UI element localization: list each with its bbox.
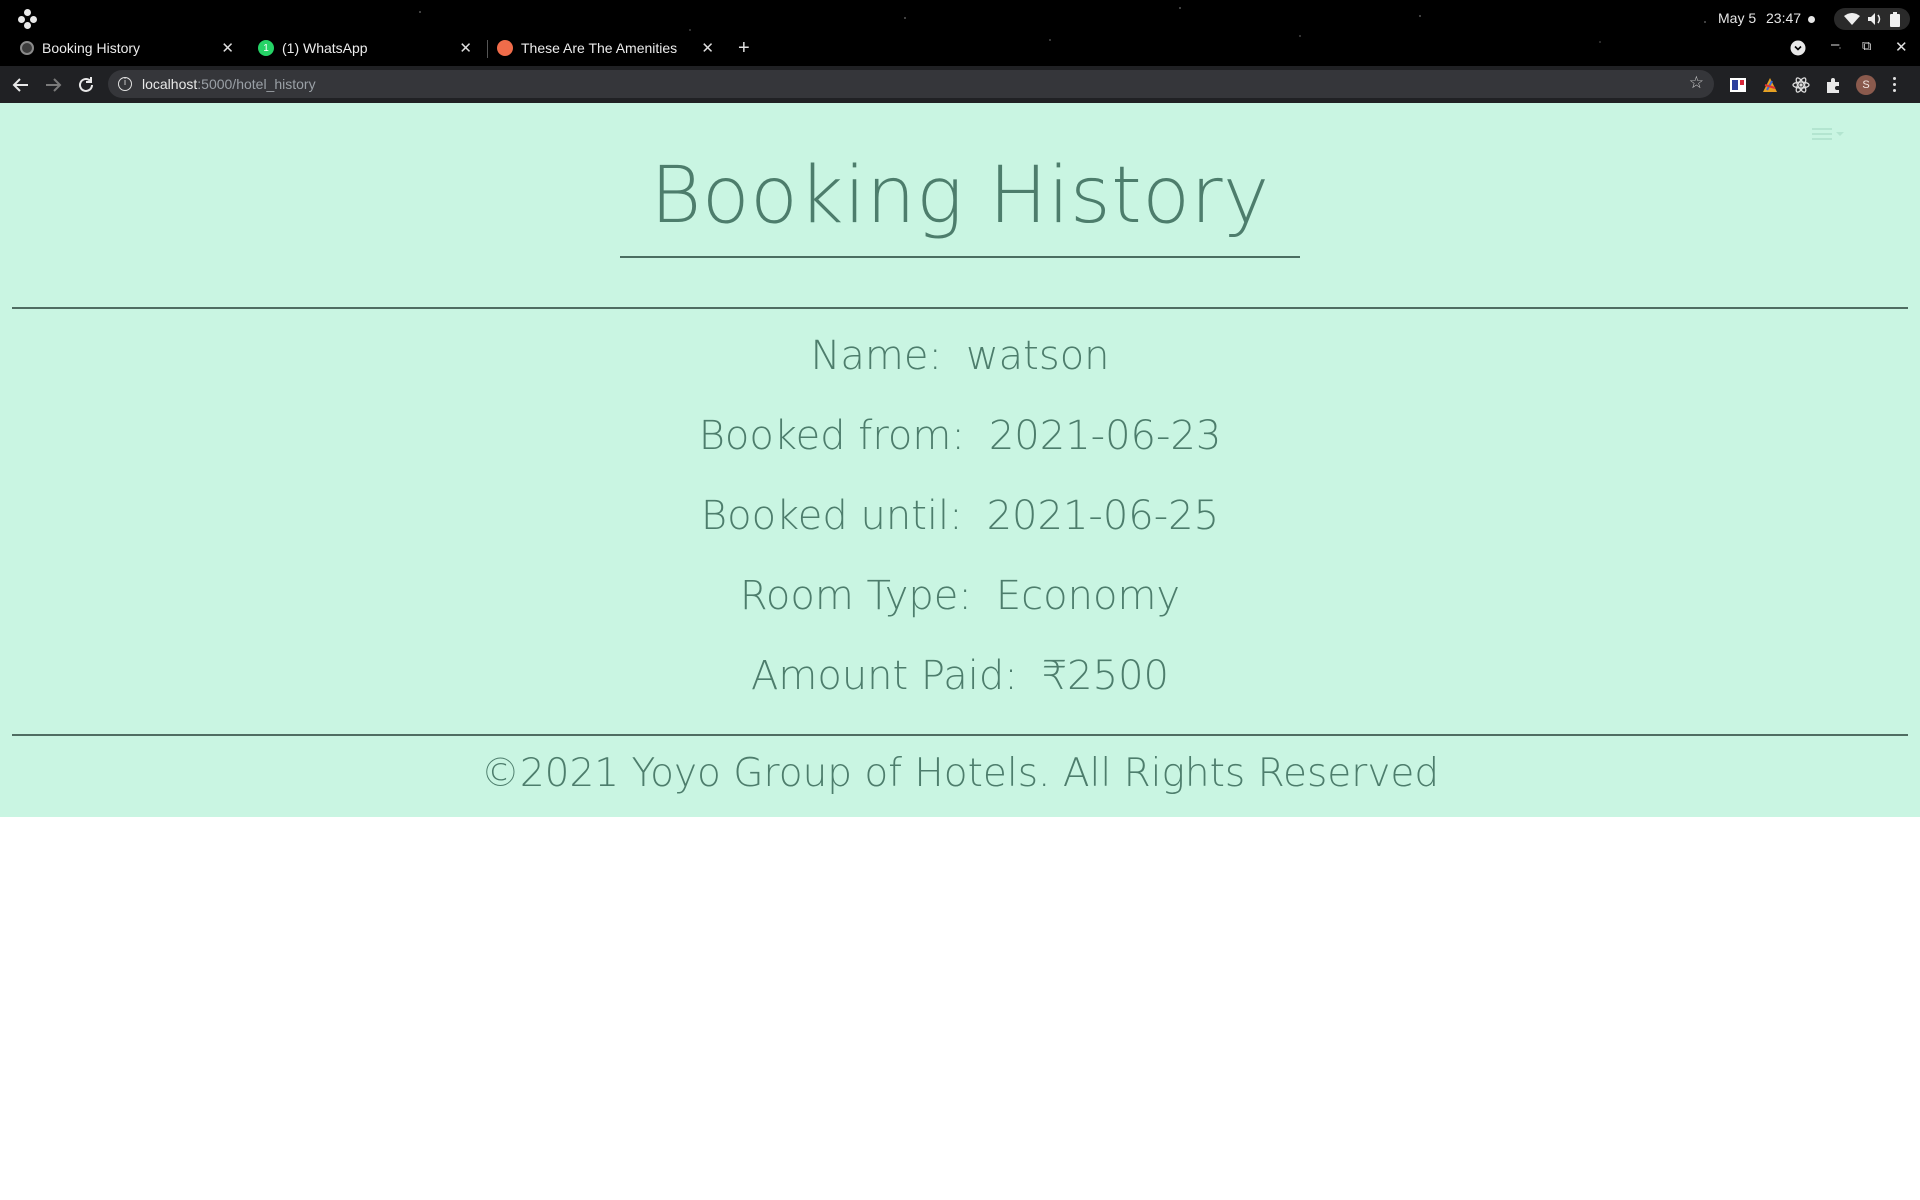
- system-date: May 5: [1718, 10, 1757, 26]
- detail-label: Room Type:: [739, 573, 972, 619]
- detail-row-booked-until: Booked until: 2021-06-25: [0, 493, 1920, 539]
- system-clock[interactable]: May 5 23:47: [1718, 10, 1807, 26]
- new-tab-button[interactable]: +: [738, 34, 750, 62]
- close-window-icon[interactable]: ✕: [1895, 38, 1908, 56]
- detail-value: 2021-06-23: [988, 413, 1222, 459]
- battery-icon: [1890, 11, 1901, 27]
- tab-title: Booking History: [42, 40, 141, 56]
- footer-copyright: ©2021 Yoyo Group of Hotels. All Rights R…: [480, 751, 1440, 796]
- tab-title: (1) WhatsApp: [282, 40, 368, 56]
- detail-label: Booked until:: [700, 493, 963, 539]
- booking-history-page: Booking History Name: watson Booked from:…: [0, 103, 1920, 817]
- bookmark-star-icon[interactable]: ☆: [1689, 73, 1704, 93]
- detail-value: Economy: [995, 573, 1181, 619]
- detail-row-booked-from: Booked from: 2021-06-23: [0, 413, 1920, 459]
- tab-amenities[interactable]: These Are The Amenities ✕: [497, 34, 720, 62]
- extension-flag-icon[interactable]: [1729, 76, 1747, 94]
- system-time: 23:47: [1766, 10, 1802, 26]
- forward-arrow-icon[interactable]: [42, 74, 64, 96]
- browser-menu-icon[interactable]: [1893, 77, 1897, 93]
- notification-dot-icon: [1808, 16, 1815, 23]
- activities-icon[interactable]: [18, 9, 38, 29]
- reload-icon[interactable]: [75, 74, 97, 96]
- browser-toolbar: i localhost:5000/hotel_history ☆ S: [0, 66, 1920, 103]
- url-path: :5000/hotel_history: [197, 76, 316, 92]
- minimize-icon[interactable]: –: [1831, 36, 1839, 53]
- tab-divider: [487, 40, 488, 58]
- divider-top: [12, 307, 1908, 309]
- extension-react-icon[interactable]: [1792, 76, 1810, 94]
- address-bar[interactable]: i localhost:5000/hotel_history ☆: [108, 70, 1714, 98]
- extensions-puzzle-icon[interactable]: [1824, 76, 1842, 94]
- extension-palette-icon[interactable]: [1761, 76, 1779, 94]
- detail-value: ₹2500: [1041, 653, 1169, 699]
- detail-row-name: Name: watson: [0, 333, 1920, 379]
- hamburger-icon: [1812, 125, 1832, 143]
- system-tray[interactable]: [1834, 8, 1910, 30]
- close-tab-icon[interactable]: ✕: [701, 39, 714, 57]
- page-title: Booking History: [650, 151, 1270, 241]
- site-info-icon[interactable]: i: [118, 77, 132, 91]
- globe-icon: [20, 41, 34, 55]
- volume-icon: [1867, 13, 1881, 25]
- whatsapp-icon: 1: [258, 40, 274, 56]
- browser-chrome: May 5 23:47 Booking History ✕ 1 (1) What…: [0, 0, 1920, 103]
- tab-booking-history[interactable]: Booking History ✕: [20, 34, 240, 62]
- detail-row-room-type: Room Type: Economy: [0, 573, 1920, 619]
- title-underline: [620, 256, 1300, 258]
- tab-title: These Are The Amenities: [521, 40, 678, 56]
- profile-avatar[interactable]: S: [1856, 75, 1876, 95]
- orange-circle-icon: [497, 40, 513, 56]
- back-arrow-icon[interactable]: [10, 74, 32, 96]
- detail-value: 2021-06-25: [986, 493, 1220, 539]
- detail-label: Booked from:: [698, 413, 965, 459]
- detail-row-amount-paid: Amount Paid: ₹2500: [0, 653, 1920, 699]
- url-host: localhost: [142, 76, 198, 92]
- nav-menu-toggle[interactable]: [1812, 125, 1844, 143]
- divider-bottom: [12, 734, 1908, 736]
- detail-label: Name:: [810, 333, 942, 379]
- tab-whatsapp[interactable]: 1 (1) WhatsApp ✕: [258, 34, 478, 62]
- tab-search-icon[interactable]: [1790, 40, 1806, 56]
- tab-strip: Booking History ✕ 1 (1) WhatsApp ✕ These…: [0, 34, 1920, 62]
- wifi-icon: [1843, 13, 1860, 25]
- close-tab-icon[interactable]: ✕: [459, 39, 472, 57]
- restore-icon[interactable]: ⧉: [1862, 38, 1871, 54]
- caret-down-icon: [1836, 132, 1844, 136]
- detail-label: Amount Paid:: [751, 653, 1018, 699]
- detail-value: watson: [965, 333, 1110, 379]
- url-text[interactable]: localhost:5000/hotel_history: [142, 76, 316, 92]
- close-tab-icon[interactable]: ✕: [221, 39, 234, 57]
